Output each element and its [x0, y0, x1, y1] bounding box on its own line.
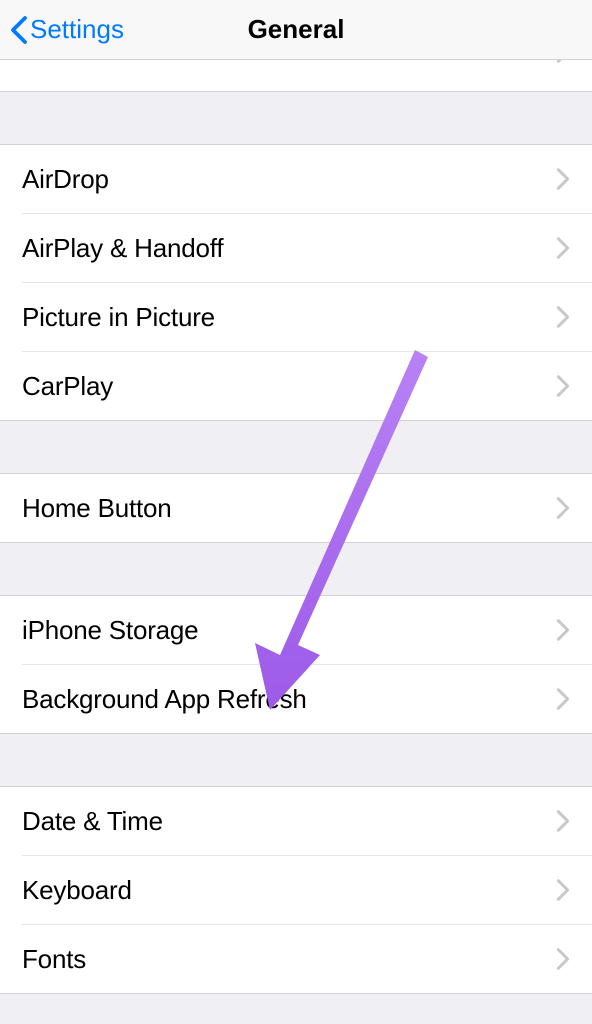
chevron-right-icon — [556, 687, 570, 711]
settings-row-iphone-storage[interactable]: iPhone Storage — [0, 596, 592, 664]
settings-row-airplay-handoff[interactable]: AirPlay & Handoff — [0, 214, 592, 282]
chevron-right-icon — [556, 374, 570, 398]
chevron-right-icon — [556, 496, 570, 520]
chevron-right-icon — [556, 167, 570, 191]
chevron-right-icon — [556, 618, 570, 642]
section-gap — [0, 734, 592, 786]
back-button[interactable]: Settings — [0, 14, 124, 45]
chevron-right-icon — [556, 809, 570, 833]
back-label: Settings — [30, 14, 124, 45]
row-label: Keyboard — [22, 875, 132, 906]
row-label: Background App Refresh — [22, 684, 307, 715]
settings-row-carplay[interactable]: CarPlay — [0, 352, 592, 420]
row-label: CarPlay — [22, 371, 113, 402]
row-label: Fonts — [22, 944, 86, 975]
navigation-bar: Settings General — [0, 0, 592, 60]
settings-row-background-app-refresh[interactable]: Background App Refresh — [0, 665, 592, 733]
settings-row-software-update[interactable]: Software Update — [0, 60, 592, 92]
settings-row-airdrop[interactable]: AirDrop — [0, 145, 592, 213]
section-home-button: Home Button — [0, 473, 592, 543]
section-storage: iPhone Storage Background App Refresh — [0, 595, 592, 734]
row-label: Date & Time — [22, 806, 163, 837]
settings-row-date-time[interactable]: Date & Time — [0, 787, 592, 855]
settings-row-fonts[interactable]: Fonts — [0, 925, 592, 993]
chevron-right-icon — [556, 60, 570, 64]
section-connectivity: AirDrop AirPlay & Handoff Picture in Pic… — [0, 144, 592, 421]
row-label: iPhone Storage — [22, 615, 198, 646]
settings-row-picture-in-picture[interactable]: Picture in Picture — [0, 283, 592, 351]
chevron-right-icon — [556, 878, 570, 902]
section-gap — [0, 92, 592, 144]
section-gap — [0, 543, 592, 595]
chevron-right-icon — [556, 236, 570, 260]
row-label: Home Button — [22, 493, 172, 524]
chevron-right-icon — [556, 305, 570, 329]
page-title: General — [248, 14, 345, 45]
settings-row-keyboard[interactable]: Keyboard — [0, 856, 592, 924]
row-label: Software Update — [22, 60, 216, 61]
settings-list: Software Update AirDrop AirPlay & Handof… — [0, 60, 592, 994]
chevron-right-icon — [556, 947, 570, 971]
section-system: Date & Time Keyboard Fonts — [0, 786, 592, 994]
row-label: Picture in Picture — [22, 302, 215, 333]
row-label: AirPlay & Handoff — [22, 233, 223, 264]
chevron-left-icon — [10, 15, 28, 45]
settings-row-home-button[interactable]: Home Button — [0, 474, 592, 542]
section-gap — [0, 421, 592, 473]
row-label: AirDrop — [22, 164, 109, 195]
